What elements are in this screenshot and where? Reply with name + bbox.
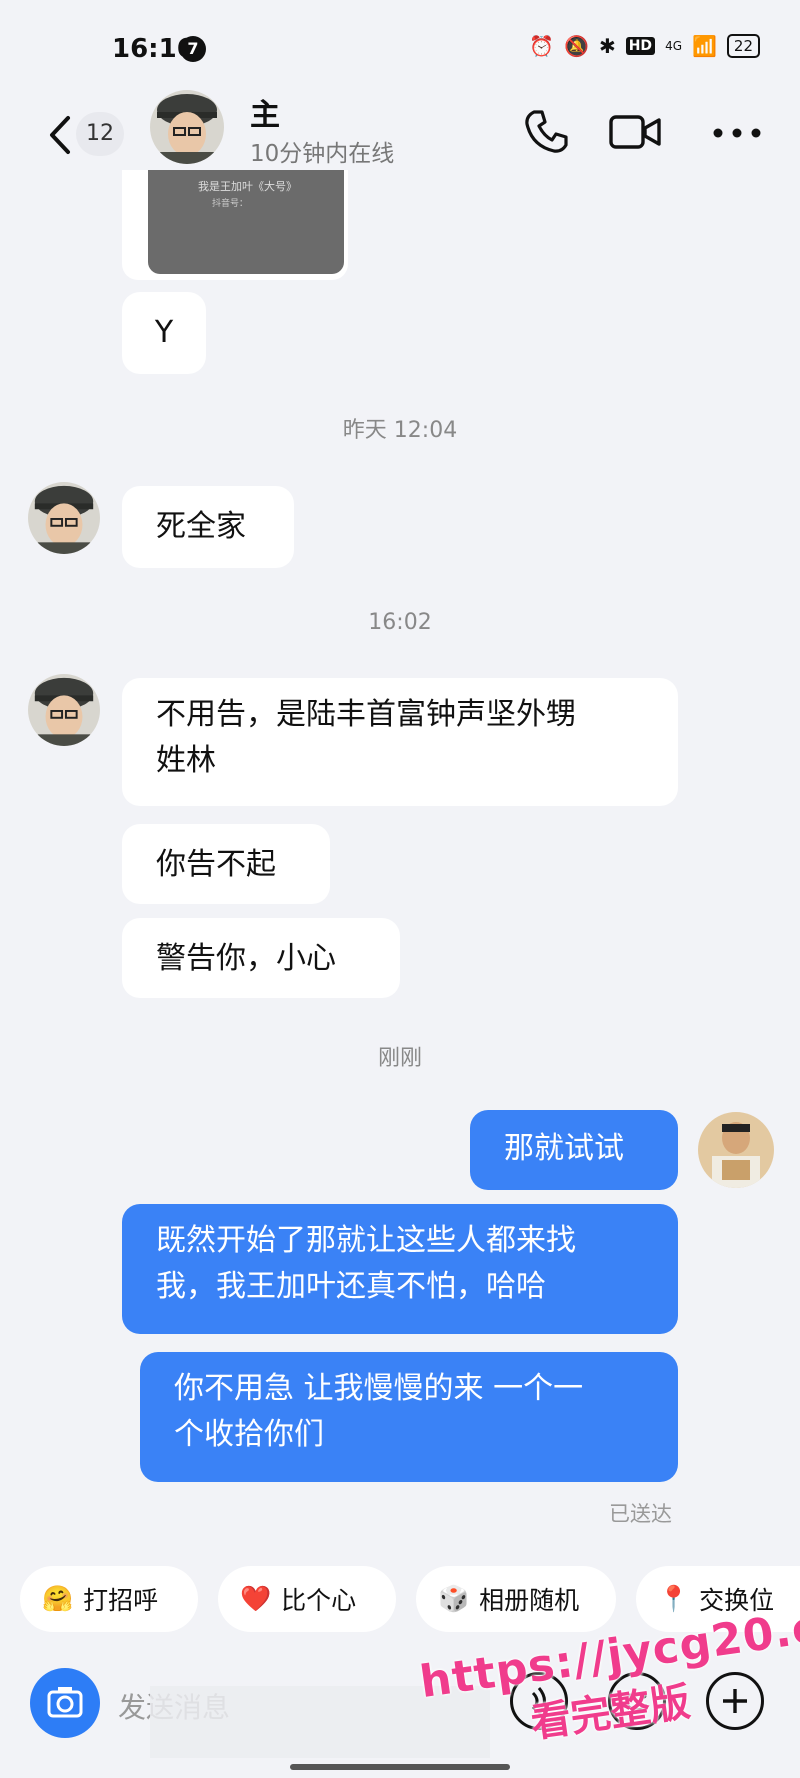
- timestamp: 16:02: [368, 610, 432, 635]
- sent-message[interactable]: 既然开始了那就让这些人都来找 我，我王加叶还真不怕，哈哈: [122, 1204, 678, 1334]
- bluetooth-icon: ✱: [598, 34, 616, 58]
- sent-message[interactable]: 你不用急 让我慢慢的来 一个一 个收拾你们: [140, 1352, 678, 1482]
- message-text-line: 不用告，是陆丰首富钟声坚外甥: [156, 697, 576, 732]
- chip-label: 比个心: [281, 1586, 357, 1615]
- message-text: 死全家: [156, 509, 246, 544]
- more-attachments-button[interactable]: [706, 1672, 764, 1730]
- my-avatar[interactable]: [698, 1112, 774, 1188]
- contact-online-status: 10分钟内在线: [250, 141, 395, 167]
- hd-icon: HD: [625, 37, 656, 55]
- chat-header: 12 主 10分钟内在线: [0, 90, 800, 180]
- timestamp: 昨天 12:04: [342, 418, 458, 443]
- chip-label: 相册随机: [479, 1586, 580, 1615]
- chip-say-hi[interactable]: 🤗 打招呼: [20, 1566, 198, 1632]
- message-text-line: 既然开始了那就让这些人都来找: [156, 1223, 576, 1258]
- alarm-icon: ⏰: [529, 34, 555, 58]
- contact-avatar-small[interactable]: [28, 482, 100, 554]
- message-text-line: 我，我王加叶还真不怕，哈哈: [156, 1269, 546, 1304]
- dice-icon: 🎲: [438, 1584, 470, 1613]
- chip-random-album[interactable]: 🎲 相册随机: [416, 1566, 616, 1632]
- chip-heart[interactable]: ❤️ 比个心: [218, 1566, 396, 1632]
- mute-icon: 🔕: [564, 34, 589, 58]
- message-text-line: 个收拾你们: [174, 1417, 324, 1452]
- wave-emoji-icon: 🤗: [42, 1584, 74, 1613]
- screenshot-thumbnail: 我是王加叶《大号》 抖音号：: [148, 170, 344, 274]
- received-message[interactable]: 你告不起: [122, 824, 330, 904]
- received-message[interactable]: 死全家: [122, 486, 294, 568]
- delivered-status: 已送达: [609, 1502, 672, 1526]
- message-text-line: 姓林: [156, 743, 216, 778]
- back-arrow-icon[interactable]: [40, 110, 80, 160]
- network-label: 4G: [665, 39, 682, 53]
- unread-count-badge[interactable]: 12: [76, 112, 124, 156]
- shared-image-message[interactable]: 我是王加叶《大号》 抖音号：: [122, 170, 348, 280]
- contact-avatar[interactable]: [150, 90, 224, 164]
- received-message[interactable]: Y: [122, 292, 206, 374]
- received-message[interactable]: 不用告，是陆丰首富钟声坚外甥 姓林: [122, 678, 678, 806]
- contact-name: 主: [250, 98, 280, 133]
- heart-icon: ❤️: [240, 1584, 272, 1613]
- chip-label: 打招呼: [83, 1586, 159, 1615]
- signal-icon: 📶: [692, 34, 717, 58]
- message-text: 你告不起: [156, 847, 276, 882]
- home-indicator[interactable]: [290, 1764, 510, 1770]
- location-pin-icon: 📍: [658, 1584, 690, 1613]
- message-text: Y: [154, 315, 174, 350]
- status-bar: 16:16 7 ⏰ 🔕 ✱ HD 4G 📶 22: [0, 0, 800, 90]
- plus-icon: [723, 1689, 747, 1713]
- message-text-line: 你不用急 让我慢慢的来 一个一: [174, 1371, 584, 1406]
- more-options-icon[interactable]: [712, 108, 762, 156]
- message-text: 那就试试: [504, 1131, 624, 1166]
- notification-count-badge: 7: [180, 36, 206, 62]
- status-icons: ⏰ 🔕 ✱ HD 4G 📶 22: [529, 34, 760, 58]
- video-call-icon[interactable]: [608, 108, 662, 156]
- phone-call-icon[interactable]: [522, 108, 570, 156]
- image-card-title: 我是王加叶《大号》: [198, 180, 297, 193]
- battery-icon: 22: [726, 34, 760, 58]
- sent-message[interactable]: 那就试试: [470, 1110, 678, 1190]
- message-text: 警告你，小心: [156, 941, 336, 976]
- message-list[interactable]: 我是王加叶《大号》 抖音号： Y 昨天 12:04 死全家 16:02 不用告，…: [0, 170, 800, 1560]
- received-message[interactable]: 警告你，小心: [122, 918, 400, 998]
- camera-icon: [47, 1687, 83, 1718]
- camera-button[interactable]: [30, 1668, 100, 1738]
- timestamp: 刚刚: [377, 1046, 422, 1071]
- image-card-subtitle: 抖音号：: [212, 199, 249, 209]
- contact-avatar-small[interactable]: [28, 674, 100, 746]
